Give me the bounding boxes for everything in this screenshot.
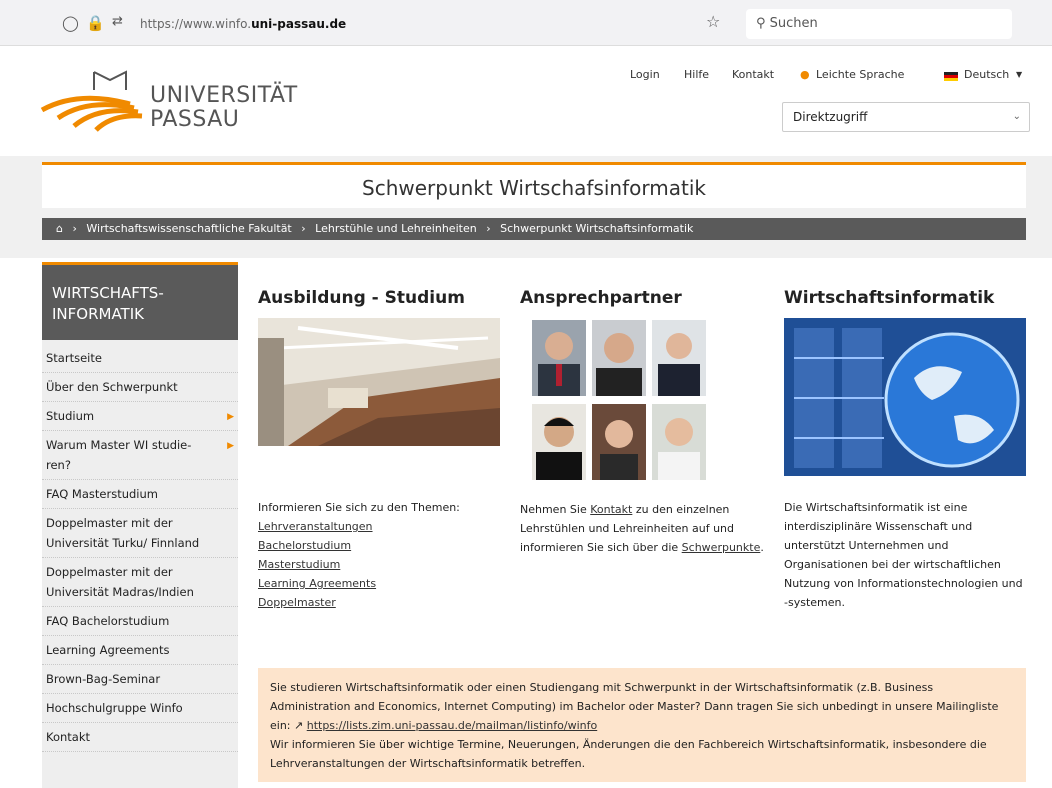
sidebar-item-learning-agreements[interactable]: Learning Agreements [42, 636, 238, 665]
easy-language-icon: ● [800, 68, 810, 81]
shield-icon[interactable]: ◯ [62, 14, 79, 32]
server-globe-image [784, 318, 1026, 476]
search-placeholder: Suchen [769, 16, 818, 31]
link-learning-agreements[interactable]: Learning Agreements [258, 577, 376, 590]
university-logo[interactable]: UNIVERSITÄT PASSAU [38, 56, 318, 136]
breadcrumb-separator: › [301, 222, 306, 235]
page: UNIVERSITÄT PASSAU Login Hilfe Kontakt ●… [0, 46, 1052, 788]
sidebar-title: WIRTSCHAFTS- INFORMATIK [42, 262, 238, 340]
sidebar-item-ueber[interactable]: Über den Schwerpunkt [42, 373, 238, 402]
german-flag-icon [944, 72, 958, 81]
chevron-down-icon: ⌄ [1012, 111, 1021, 122]
chevron-right-icon: ▶ [227, 441, 234, 451]
link-schwerpunkte[interactable]: Schwerpunkte [682, 541, 761, 554]
bookmark-star-icon[interactable]: ☆ [706, 12, 720, 31]
language-chevron-icon: ▼ [1016, 70, 1023, 79]
sidebar-item-faq-bachelor[interactable]: FAQ Bachelorstudium [42, 607, 238, 636]
permissions-icon[interactable]: ⇄ [112, 14, 123, 29]
section-heading: Wirtschaftsinformatik [784, 288, 995, 308]
browser-search-input[interactable]: ⚲ Suchen [746, 9, 1012, 39]
contact-text-part: Nehmen Sie [520, 503, 591, 516]
column-ansprechpartner: Ansprechpartner Nehmen Sie Kontakt zu de… [520, 288, 764, 557]
home-icon[interactable]: ⌂ [56, 222, 63, 235]
section-heading: Ausbildung - Studium [258, 288, 465, 308]
logo-emblem-icon [40, 70, 143, 132]
sidebar-item-brown-bag[interactable]: Brown-Bag-Seminar [42, 665, 238, 694]
contact-photos [532, 318, 712, 480]
section-heading: Ansprechpartner [520, 288, 682, 308]
section-intro: Informieren Sie sich zu den Themen: [258, 501, 460, 514]
sidebar-item-label: Studium [46, 409, 95, 423]
wi-description: Die Wirtschaftsinformatik ist eine inter… [784, 501, 1023, 609]
breadcrumb: ⌂ › Wirtschaftswissenschaftliche Fakultä… [42, 218, 1026, 240]
page-title: Schwerpunkt Wirtschafsinformatik [362, 176, 706, 200]
topic-links: Lehrveranstaltungen Bachelorstudium Mast… [258, 517, 502, 612]
external-link-icon: ↗ [294, 719, 304, 732]
link-lehrveranstaltungen[interactable]: Lehrveranstaltungen [258, 520, 373, 533]
link-kontakt[interactable]: Kontakt [590, 503, 632, 516]
contact-photo[interactable] [532, 320, 586, 396]
lecture-hall-image [258, 318, 500, 446]
sidebar-title-text: WIRTSCHAFTS- INFORMATIK [52, 284, 164, 323]
top-navigation: Login Hilfe Kontakt ● Leichte Sprache De… [630, 68, 1040, 86]
contact-photo[interactable] [652, 320, 706, 396]
breadcrumb-item[interactable]: Lehrstühle und Lehreinheiten [315, 222, 477, 235]
column-studium: Ausbildung - Studium Informieren Sie sic… [258, 288, 502, 612]
column-wirtschaftsinformatik: Wirtschaftsinformatik Die Wirtschaftsinf… [784, 288, 1028, 612]
sidebar-item-faq-master[interactable]: FAQ Masterstudium [42, 480, 238, 509]
logo-wordmark: UNIVERSITÄT PASSAU [150, 84, 298, 132]
url-prefix: https://www.winfo. [140, 17, 252, 31]
sidebar-item-startseite[interactable]: Startseite [42, 344, 238, 373]
logo-line2: PASSAU [150, 107, 240, 132]
contact-photo[interactable] [592, 320, 646, 396]
contact-text-part: . [760, 541, 764, 554]
nav-language[interactable]: Deutsch [964, 68, 1009, 81]
url-domain: uni-passau.de [251, 17, 347, 31]
nav-login[interactable]: Login [630, 68, 660, 81]
link-masterstudium[interactable]: Masterstudium [258, 558, 340, 571]
nav-help[interactable]: Hilfe [684, 68, 709, 81]
contact-photo[interactable] [592, 404, 646, 480]
direktzugriff-label: Direktzugriff [793, 110, 868, 124]
notice-text: Wir informieren Sie über wichtige Termin… [270, 738, 987, 770]
link-bachelorstudium[interactable]: Bachelorstudium [258, 539, 351, 552]
browser-toolbar: ◯ 🔒 ⇄ https://www.winfo.uni-passau.de ☆ … [0, 0, 1052, 46]
contact-photo[interactable] [532, 404, 586, 480]
nav-contact[interactable]: Kontakt [732, 68, 774, 81]
sidebar-menu: Startseite Über den Schwerpunkt Studium ▶… [42, 344, 238, 752]
sidebar: WIRTSCHAFTS- INFORMATIK Startseite Über … [42, 262, 238, 788]
sidebar-item-warum-master[interactable]: Warum Master WI studie- ren? ▶ [42, 431, 238, 480]
breadcrumb-separator: › [486, 222, 491, 235]
sidebar-item-label: Warum Master WI studie- ren? [46, 438, 192, 472]
sidebar-item-doppelmaster-turku[interactable]: Doppelmaster mit der Universität Turku/ … [42, 509, 238, 558]
chevron-right-icon: ▶ [227, 412, 234, 422]
breadcrumb-item[interactable]: Schwerpunkt Wirtschaftsinformatik [500, 222, 693, 235]
sidebar-item-doppelmaster-madras[interactable]: Doppelmaster mit der Universität Madras/… [42, 558, 238, 607]
breadcrumb-item[interactable]: Wirtschaftswissenschaftliche Fakultät [86, 222, 291, 235]
mailing-list-link[interactable]: https://lists.zim.uni-passau.de/mailman/… [307, 719, 598, 732]
sidebar-item-studium[interactable]: Studium ▶ [42, 402, 238, 431]
site-header: UNIVERSITÄT PASSAU Login Hilfe Kontakt ●… [0, 46, 1052, 156]
nav-easy-language[interactable]: Leichte Sprache [816, 68, 904, 81]
search-icon: ⚲ [756, 16, 766, 31]
page-title-box: Schwerpunkt Wirtschafsinformatik [42, 162, 1026, 208]
contact-photo[interactable] [652, 404, 706, 480]
lock-icon[interactable]: 🔒 [86, 14, 105, 32]
contact-text: Nehmen Sie Kontakt zu den einzelnen Lehr… [520, 500, 764, 557]
link-doppelmaster[interactable]: Doppelmaster [258, 596, 336, 609]
main-content: WIRTSCHAFTS- INFORMATIK Startseite Über … [0, 258, 1052, 788]
logo-line1: UNIVERSITÄT [150, 83, 298, 108]
url-bar[interactable]: https://www.winfo.uni-passau.de [140, 13, 700, 35]
mailing-list-notice: Sie studieren Wirtschaftsinformatik oder… [258, 668, 1026, 782]
sidebar-item-hochschulgruppe[interactable]: Hochschulgruppe Winfo [42, 694, 238, 723]
sidebar-item-kontakt[interactable]: Kontakt [42, 723, 238, 752]
breadcrumb-separator: › [72, 222, 77, 235]
direktzugriff-select[interactable]: Direktzugriff ⌄ [782, 102, 1030, 132]
